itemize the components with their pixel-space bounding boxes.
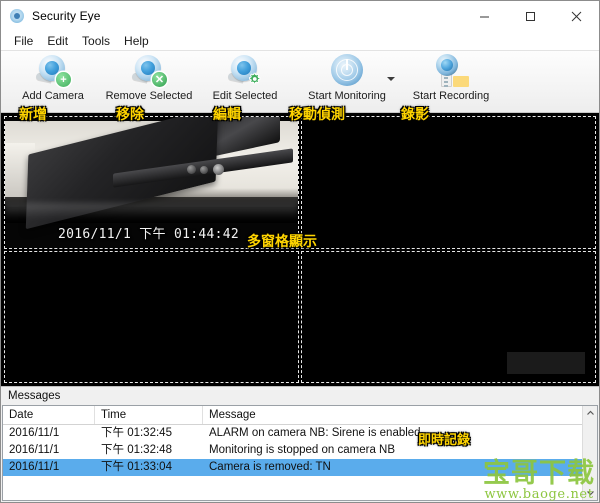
column-header-date[interactable]: Date bbox=[3, 406, 95, 424]
gear-icon bbox=[248, 72, 263, 87]
radar-monitor-icon bbox=[328, 54, 366, 88]
remove-selected-button[interactable]: ✕ Remove Selected bbox=[101, 51, 197, 111]
add-camera-label: Add Camera bbox=[22, 90, 84, 102]
menu-item-tools[interactable]: Tools bbox=[75, 32, 117, 50]
cell-message: Camera is removed: TN bbox=[209, 461, 331, 473]
table-row[interactable]: 2016/11/1 下午 01:32:48 Monitoring is stop… bbox=[3, 442, 597, 459]
start-recording-button[interactable]: Start Recording bbox=[401, 51, 501, 111]
minimize-icon[interactable] bbox=[461, 1, 507, 31]
annotation-add: 新增 bbox=[19, 107, 47, 123]
chevron-up-icon[interactable] bbox=[583, 406, 597, 421]
cell-date: 2016/11/1 bbox=[9, 444, 60, 456]
messages-body: 2016/11/1 下午 01:32:45 ALARM on camera NB… bbox=[3, 425, 597, 500]
messages-grid: Date Time Message 2016/11/1 下午 01:32:45 … bbox=[2, 405, 598, 501]
video-pane-camera-4[interactable] bbox=[301, 250, 596, 383]
annotation-remove: 移除 bbox=[116, 107, 144, 123]
video-pane-camera-3[interactable] bbox=[4, 250, 299, 383]
table-row-selected[interactable]: 2016/11/1 下午 01:33:04 Camera is removed:… bbox=[3, 459, 597, 476]
start-monitoring-button[interactable]: Start Monitoring bbox=[293, 51, 401, 111]
cell-message: ALARM on camera NB: Sirene is enabled bbox=[209, 427, 421, 439]
app-camera-dome-icon bbox=[9, 8, 25, 24]
menu-bar: File Edit Tools Help bbox=[1, 31, 599, 51]
cell-date: 2016/11/1 bbox=[9, 427, 60, 439]
messages-scrollbar[interactable] bbox=[582, 406, 597, 500]
start-recording-label: Start Recording bbox=[412, 90, 490, 102]
window-controls bbox=[461, 1, 599, 31]
annotation-edit: 編輯 bbox=[213, 107, 241, 123]
edit-selected-button[interactable]: Edit Selected bbox=[197, 51, 293, 111]
cell-time: 下午 01:32:48 bbox=[101, 444, 172, 456]
video-pane-camera-1[interactable]: 2016/11/1 下午 01:44:42 bbox=[4, 116, 299, 249]
cell-time: 下午 01:33:04 bbox=[101, 461, 172, 473]
menu-item-file[interactable]: File bbox=[7, 32, 40, 50]
security-eye-window: Security Eye File Edit Tools Help + Add … bbox=[0, 0, 600, 503]
messages-panel: Messages Date Time Message 2016/11/1 下午 … bbox=[1, 386, 599, 502]
window-title: Security Eye bbox=[32, 9, 101, 23]
title-bar: Security Eye bbox=[1, 1, 599, 31]
remove-selected-label: Remove Selected bbox=[105, 90, 193, 102]
cell-time: 下午 01:32:45 bbox=[101, 427, 172, 439]
camera-edit-icon bbox=[226, 54, 264, 88]
column-header-time[interactable]: Time bbox=[95, 406, 203, 424]
edit-selected-label: Edit Selected bbox=[212, 90, 278, 102]
start-monitoring-label: Start Monitoring bbox=[308, 90, 386, 102]
menu-item-help[interactable]: Help bbox=[117, 32, 156, 50]
column-header-message[interactable]: Message bbox=[203, 406, 597, 424]
add-camera-button[interactable]: + Add Camera bbox=[5, 51, 101, 111]
chevron-down-icon[interactable] bbox=[387, 77, 395, 81]
maximize-icon[interactable] bbox=[507, 1, 553, 31]
camera-add-icon: + bbox=[34, 54, 72, 88]
annotation-monitor: 移動偵測 bbox=[289, 107, 345, 123]
video-grid: 2016/11/1 下午 01:44:42 新增 移除 編輯 移動偵測 錄影 多… bbox=[1, 107, 599, 386]
camera-remove-icon: ✕ bbox=[130, 54, 168, 88]
annotation-multipane: 多窗格顯示 bbox=[247, 234, 317, 250]
cell-message: Monitoring is stopped on camera NB bbox=[209, 444, 396, 456]
annotation-log: 即時記錄 bbox=[418, 433, 471, 448]
close-icon[interactable] bbox=[553, 1, 599, 31]
chevron-down-icon[interactable] bbox=[583, 485, 597, 500]
menu-item-edit[interactable]: Edit bbox=[40, 32, 75, 50]
recorder-icon bbox=[432, 54, 470, 88]
camera-4-noise-block bbox=[507, 352, 585, 374]
annotation-record: 錄影 bbox=[401, 107, 429, 123]
messages-header-row: Date Time Message bbox=[3, 406, 597, 425]
messages-title: Messages bbox=[1, 387, 599, 405]
table-row[interactable]: 2016/11/1 下午 01:32:45 ALARM on camera NB… bbox=[3, 425, 597, 442]
cell-date: 2016/11/1 bbox=[9, 461, 60, 473]
video-pane-camera-2[interactable] bbox=[301, 116, 596, 249]
